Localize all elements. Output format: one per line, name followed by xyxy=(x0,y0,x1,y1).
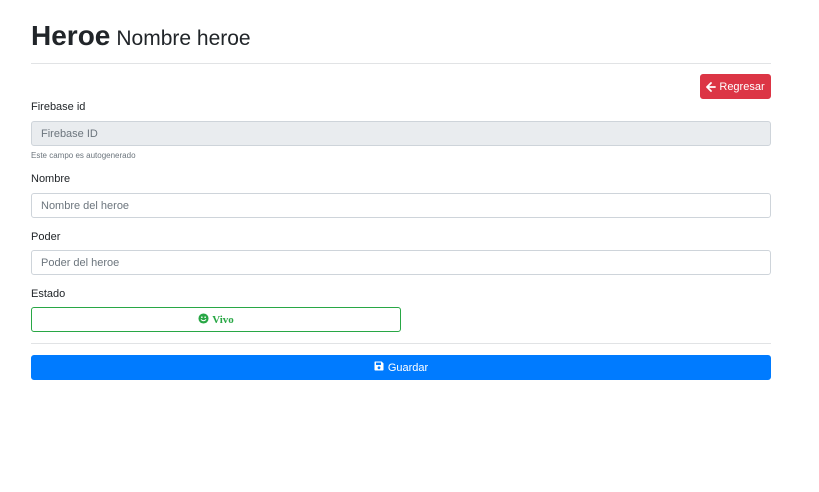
estado-value-label: Vivo xyxy=(212,313,234,326)
firebase-id-help: Este campo es autogenerado xyxy=(31,151,136,160)
save-button[interactable]: Guardar xyxy=(31,355,771,380)
divider-bottom xyxy=(31,343,771,344)
firebase-id-label: Firebase id xyxy=(31,101,86,113)
estado-label: Estado xyxy=(31,288,66,300)
page-title: Heroe Nombre heroe xyxy=(31,20,251,52)
back-button[interactable]: Regresar xyxy=(700,74,771,99)
nombre-field[interactable] xyxy=(31,193,771,218)
poder-field[interactable] xyxy=(31,250,771,275)
save-button-label: Guardar xyxy=(387,361,429,374)
smile-icon xyxy=(198,312,209,327)
poder-label: Poder xyxy=(31,231,61,243)
page-title-subtitle: Nombre heroe xyxy=(116,27,251,50)
save-icon xyxy=(374,361,384,374)
firebase-id-field[interactable] xyxy=(31,121,771,146)
arrow-left-icon xyxy=(706,81,717,92)
nombre-label: Nombre xyxy=(31,173,71,185)
divider-top xyxy=(31,63,771,64)
back-button-label: Regresar xyxy=(719,80,765,93)
estado-toggle-button[interactable]: Vivo xyxy=(31,307,401,332)
hero-form-page: HeroeNombre heroe Regresar Firebase id E… xyxy=(0,0,819,492)
page-title-main: Heroe xyxy=(31,20,111,51)
